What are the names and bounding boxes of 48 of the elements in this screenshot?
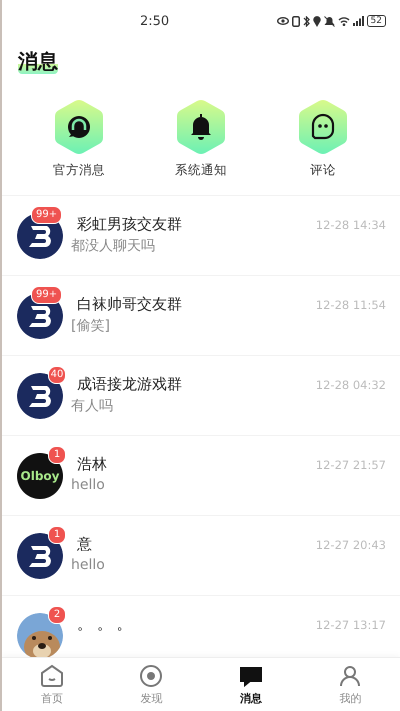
message-time: 12-27 21:57	[316, 457, 386, 472]
shortcut-label[interactable]: 评论	[310, 162, 336, 179]
eye-icon	[276, 17, 289, 25]
chat-bubble-icon[interactable]	[297, 98, 349, 156]
location-icon	[312, 16, 321, 26]
message-preview: [偷笑]	[71, 317, 111, 335]
unread-badge: 99+	[31, 286, 62, 304]
conversation-name: 。 。 。	[76, 615, 133, 634]
shortcut-label[interactable]: 系统通知	[175, 162, 227, 179]
unread-badge: 2	[48, 606, 66, 624]
status-time: 2:50	[140, 14, 170, 28]
conversation-item[interactable]: 1 意 hello 12-27 20:43	[2, 516, 400, 596]
message-time: 12-28 04:32	[316, 377, 386, 392]
conversation-item[interactable]: 40 成语接龙游戏群 有人吗 12-28 04:32	[2, 356, 400, 436]
message-time: 12-28 11:54	[316, 297, 386, 312]
headset-icon[interactable]	[53, 98, 105, 156]
message-preview: hello	[71, 557, 106, 573]
battery-level: 52	[366, 15, 386, 27]
conversation-name: 彩虹男孩交友群	[76, 215, 183, 234]
tab-icon	[138, 663, 164, 689]
unread-badge: 40	[48, 366, 66, 384]
conversation-item[interactable]: 99+ 彩虹男孩交友群 都没人聊天吗 12-28 14:34	[2, 196, 400, 276]
message-time: 12-27 13:17	[316, 617, 386, 632]
tab-icon	[38, 663, 65, 689]
message-preview: 都没人聊天吗	[71, 237, 156, 255]
message-preview: hello	[71, 477, 106, 493]
conversation-item[interactable]: 99+ 白袜帅哥交友群 [偷笑] 12-28 11:54	[2, 276, 400, 356]
tab-item[interactable]: 我的	[300, 658, 400, 711]
unread-badge: 1	[48, 446, 66, 464]
tab-item[interactable]: 消息	[201, 658, 300, 711]
unread-badge: 99+	[31, 206, 62, 224]
conversation-name: 浩林	[76, 455, 108, 474]
unread-badge: 1	[48, 526, 66, 544]
bell-icon[interactable]	[175, 98, 227, 156]
wifi-icon	[338, 16, 350, 26]
shortcut-label[interactable]: 官方消息	[53, 162, 105, 179]
message-time: 12-28 14:34	[316, 217, 386, 232]
conversation-name: 意	[76, 535, 93, 554]
conversation-name: 白袜帅哥交友群	[76, 295, 183, 314]
message-preview: 有人吗	[71, 397, 114, 415]
conversation-name: 成语接龙游戏群	[76, 375, 183, 394]
tab-item[interactable]: 发现	[102, 658, 201, 711]
muted-bell-icon	[324, 16, 335, 26]
tab-item[interactable]: 首页	[2, 658, 102, 711]
message-time: 12-27 20:43	[316, 537, 386, 552]
bluetooth-icon	[302, 16, 310, 26]
page-title: 消息	[18, 48, 58, 74]
signal-icon	[352, 16, 364, 26]
